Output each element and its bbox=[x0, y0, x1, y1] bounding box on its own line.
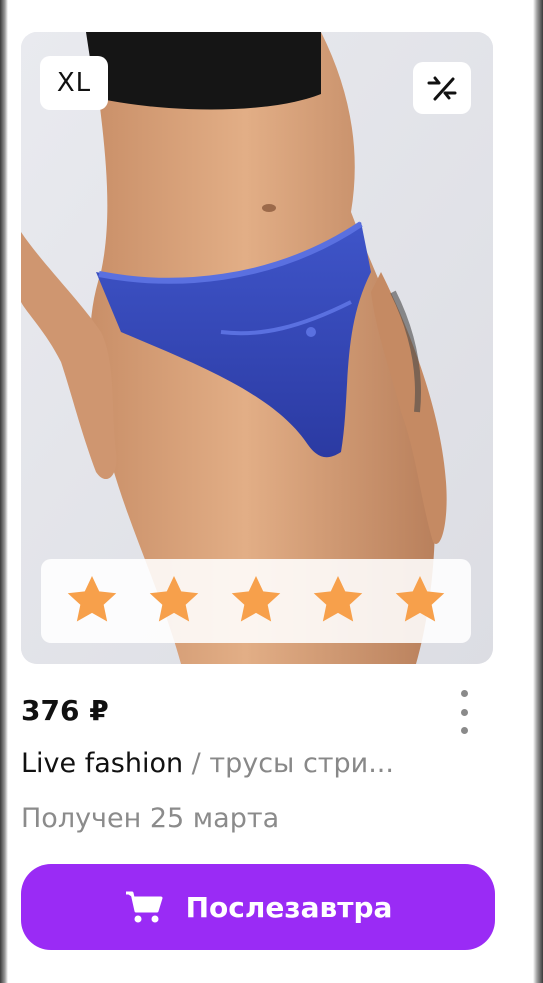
more-vertical-icon bbox=[460, 708, 468, 716]
product-name: трусы стри... bbox=[209, 748, 394, 779]
product-price: 376 ₽ bbox=[21, 694, 109, 727]
more-options-button[interactable] bbox=[449, 688, 479, 736]
compare-button[interactable] bbox=[413, 62, 471, 114]
screen-edge-right bbox=[533, 0, 543, 983]
rating-stars bbox=[41, 559, 471, 643]
star-icon bbox=[310, 574, 366, 628]
product-brand: Live fashion bbox=[21, 748, 184, 779]
price-row: 376 ₽ bbox=[21, 688, 493, 734]
product-image[interactable]: XL bbox=[21, 32, 493, 664]
star-icon bbox=[64, 574, 120, 628]
product-card[interactable]: XL 376 ₽ Live fashion / трусы стри... По… bbox=[21, 32, 495, 950]
screen-edge-left bbox=[0, 0, 8, 983]
buy-button[interactable]: Послезавтра bbox=[21, 864, 495, 950]
compare-arrows-icon bbox=[427, 76, 457, 101]
more-vertical-icon bbox=[460, 727, 468, 734]
order-status: Получен 25 марта bbox=[21, 803, 280, 834]
more-vertical-icon bbox=[460, 690, 468, 697]
buy-button-label: Послезавтра bbox=[185, 890, 393, 924]
star-icon bbox=[146, 574, 202, 628]
cart-icon bbox=[124, 889, 164, 925]
product-title[interactable]: Live fashion / трусы стри... bbox=[21, 748, 493, 779]
star-icon bbox=[392, 574, 448, 628]
product-card-screen: XL 376 ₽ Live fashion / трусы стри... По… bbox=[0, 0, 543, 983]
size-badge: XL bbox=[40, 56, 108, 110]
title-separator: / bbox=[183, 748, 210, 779]
star-icon bbox=[228, 574, 284, 628]
